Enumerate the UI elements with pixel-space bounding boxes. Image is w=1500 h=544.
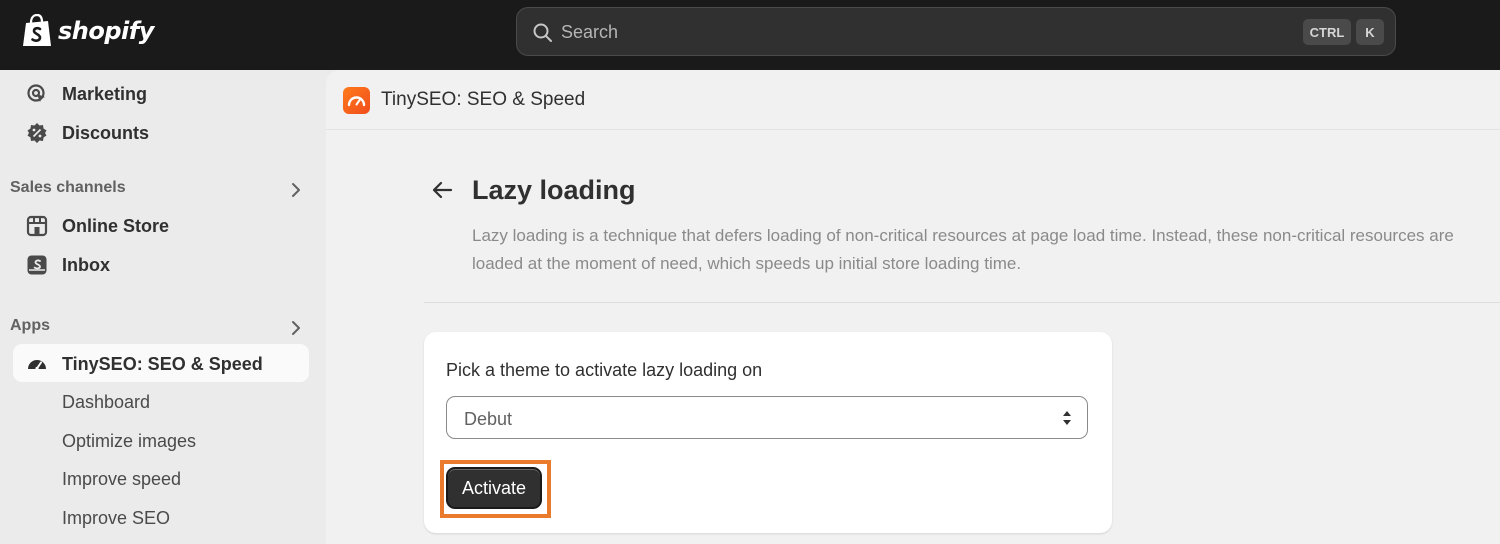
select-arrows-icon: [1063, 411, 1071, 425]
sidebar-item-label: Inbox: [62, 255, 110, 275]
app-title: TinySEO: SEO & Speed: [381, 89, 586, 110]
theme-select-label: Pick a theme to activate lazy loading on: [446, 360, 763, 380]
app-header: TinySEO: SEO & Speed: [326, 70, 1500, 130]
theme-select-value: Debut: [464, 409, 513, 429]
inbox-icon: [27, 255, 47, 275]
sidebar-item-label: Discounts: [62, 123, 150, 143]
shopify-logo[interactable]: shopify: [22, 14, 154, 48]
sidebar-item-label: Marketing: [62, 84, 148, 104]
page-description: Lazy loading is a technique that defers …: [472, 226, 1454, 273]
activate-button[interactable]: Activate: [446, 467, 542, 509]
brand-name: shopify: [58, 17, 154, 45]
sidebar-subitem-dashboard[interactable]: Dashboard: [62, 392, 150, 413]
divider: [424, 302, 1500, 303]
sidebar: Marketing Discounts Sales channels Onlin…: [0, 70, 326, 544]
store-icon: [26, 215, 48, 237]
chevron-right-icon[interactable]: [290, 182, 302, 198]
sidebar-item-marketing[interactable]: Marketing: [13, 74, 309, 112]
top-bar: shopify Search CTRL K: [0, 0, 1500, 70]
chevron-right-icon[interactable]: [290, 320, 302, 336]
sales-channels-heading[interactable]: Sales channels: [10, 179, 126, 197]
sidebar-item-discounts[interactable]: Discounts: [13, 113, 309, 151]
sidebar-item-label: Online Store: [62, 216, 170, 236]
tinyseo-app-icon: [343, 87, 370, 114]
shortcut-k-key: K: [1356, 19, 1384, 45]
shopify-bag-icon: [23, 14, 51, 46]
speedometer-icon: [28, 360, 46, 371]
search-placeholder: Search: [561, 22, 619, 42]
target-icon: [27, 84, 45, 102]
sidebar-subitem-optimize-images[interactable]: Optimize images: [62, 431, 196, 452]
main-content: TinySEO: SEO & Speed Lazy loading Lazy l…: [326, 70, 1500, 544]
sidebar-subitem-improve-seo[interactable]: Improve SEO: [62, 508, 170, 529]
discount-icon: [27, 123, 47, 143]
theme-card: Pick a theme to activate lazy loading on…: [424, 332, 1112, 533]
theme-select[interactable]: Debut: [446, 396, 1088, 439]
search-bar[interactable]: Search CTRL K: [516, 7, 1396, 56]
search-icon: [533, 23, 552, 42]
sidebar-item-online-store[interactable]: Online Store: [13, 206, 309, 244]
sidebar-item-inbox[interactable]: Inbox: [13, 245, 309, 283]
shortcut-ctrl-key: CTRL: [1303, 19, 1351, 45]
page-title: Lazy loading: [472, 175, 636, 205]
sidebar-item-tinyseo[interactable]: TinySEO: SEO & Speed: [13, 344, 309, 382]
speedometer-icon: [347, 96, 366, 107]
back-arrow-icon[interactable]: [431, 180, 453, 200]
sidebar-item-label: TinySEO: SEO & Speed: [62, 354, 263, 374]
sidebar-subitem-improve-speed[interactable]: Improve speed: [62, 469, 181, 490]
apps-heading[interactable]: Apps: [10, 317, 50, 335]
